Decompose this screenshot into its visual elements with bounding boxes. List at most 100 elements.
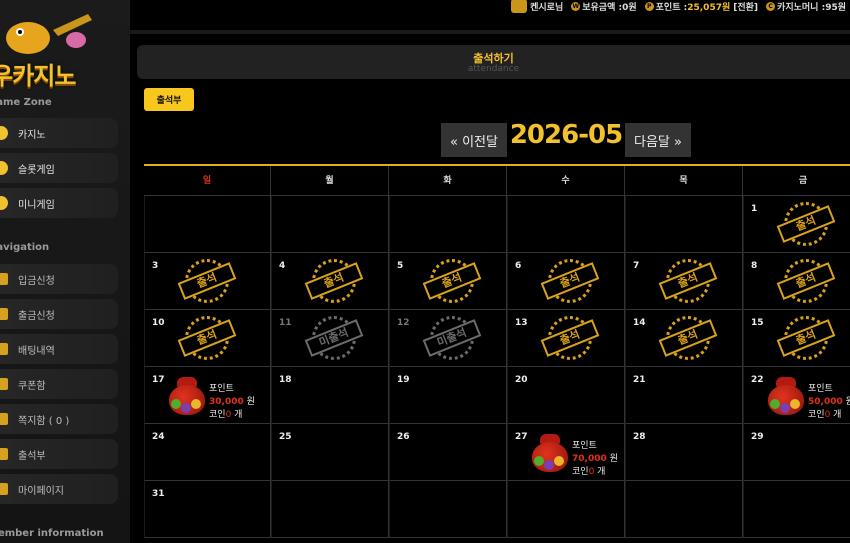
calendar-cell: 3 출석	[144, 253, 271, 310]
casino-money-label: 카지노머니 :	[777, 2, 826, 13]
sidebar-item-label: 출금신청	[18, 310, 55, 322]
reward-box: 포인트 50,000 원코인0 개	[766, 375, 850, 425]
reward-coin: 코인0 개	[808, 410, 842, 420]
calendar-cell	[389, 196, 507, 253]
calendar-cell: 19	[389, 367, 507, 424]
reward-coin: 코인0 개	[209, 410, 243, 420]
top-divider	[130, 30, 850, 34]
calendar-cell: 27 포인트 70,000 원 코인0 개	[507, 424, 625, 481]
calendar-cell: 6 출석	[507, 253, 625, 310]
logo-character-icon	[6, 14, 92, 54]
calendar-cell: 21	[625, 367, 743, 424]
calendar-cell: 22 포인트 50,000 원코인0 개	[743, 367, 850, 424]
calendar-cell: 11 미출석	[271, 310, 389, 367]
attendance-stamp-icon: 출석	[658, 257, 718, 307]
sidebar-item-deposit[interactable]: 입금신청	[0, 264, 118, 294]
day-number: 26	[397, 432, 410, 442]
calendar-cell	[625, 481, 743, 538]
day-number: 8	[751, 261, 758, 271]
day-number: 29	[751, 432, 764, 442]
day-number: 1	[751, 204, 758, 214]
attendance-stamp-icon: 출석	[177, 257, 237, 307]
calendar-cell	[271, 196, 389, 253]
day-number: 25	[279, 432, 292, 442]
calendar-cell: 26	[389, 424, 507, 481]
reward-coin: 코인0 개	[572, 467, 606, 477]
day-number: 10	[152, 318, 165, 328]
sidebar-item-casino[interactable]: 카지노	[0, 118, 118, 148]
reward-point-label: 포인트	[209, 384, 234, 394]
reward-text: 포인트 50,000 원코인0 개	[808, 383, 850, 422]
logo-text: 부우카지노	[0, 62, 76, 90]
day-number: 31	[152, 489, 165, 499]
navigation-title: Navigation	[0, 242, 50, 253]
day-number: 17	[152, 375, 165, 385]
sidebar-item-coupons[interactable]: 쿠폰함	[0, 369, 118, 399]
top-bar: 켄시로님 W 보유금액 : 0원 P 포인트 : 25,057원 [전환] C …	[130, 0, 850, 30]
day-number: 4	[279, 261, 286, 271]
weekday-header: 수	[507, 166, 625, 196]
day-number: 22	[751, 375, 764, 385]
sidebar-item-minigame[interactable]: 미니게임	[0, 188, 118, 218]
calendar-cell: 7 출석	[625, 253, 743, 310]
sidebar-item-mypage[interactable]: 마이페이지	[0, 474, 118, 504]
calendar-cell: 24	[144, 424, 271, 481]
calendar-cell: 10 출석	[144, 310, 271, 367]
attendance-book-button[interactable]: 출석부	[144, 88, 194, 111]
username[interactable]: 켄시로님	[530, 0, 563, 13]
point-convert-link[interactable]: [전환]	[733, 0, 758, 13]
sidebar-item-messages[interactable]: 쪽지함 ( 0 )	[0, 404, 118, 434]
mypage-icon	[0, 483, 8, 495]
attendance-stamp-icon: 출석	[177, 314, 237, 364]
day-number: 11	[279, 318, 292, 328]
reward-point-amount: 50,000 원	[808, 397, 850, 407]
calendar-cell	[389, 481, 507, 538]
day-number: 18	[279, 375, 292, 385]
site-logo[interactable]: 부우카지노	[0, 10, 126, 90]
next-month-button[interactable]: 다음달 »	[625, 123, 691, 157]
sidebar-item-label: 슬롯게임	[18, 164, 55, 176]
sidebar-item-attendance[interactable]: 출석부	[0, 439, 118, 469]
attendance-stamp-icon: 출석	[776, 314, 836, 364]
page-subtitle: attendance	[467, 64, 520, 74]
page-header: 출석하기 attendance	[137, 45, 850, 79]
sidebar-item-withdraw[interactable]: 출금신청	[0, 299, 118, 329]
calendar-cell: 1 출석	[743, 196, 850, 253]
sidebar-item-label: 쿠폰함	[18, 380, 46, 392]
attendance-stamp-icon: 출석	[658, 314, 718, 364]
calendar-cell: 20	[507, 367, 625, 424]
sidebar-item-label: 입금신청	[18, 275, 55, 287]
reward-point-amount: 70,000 원	[572, 454, 618, 464]
lucky-bag-icon	[167, 377, 207, 417]
prev-month-button[interactable]: « 이전달	[441, 123, 507, 157]
calendar-cell: 31	[144, 481, 271, 538]
reward-point-label: 포인트	[808, 384, 833, 394]
member-info-title: Member information	[0, 528, 104, 539]
attendance-stamp-icon: 출석	[304, 257, 364, 307]
day-number: 13	[515, 318, 528, 328]
game-zone-title: Game Zone	[0, 97, 52, 108]
calendar-cell: 29	[743, 424, 850, 481]
sidebar-item-label: 출석부	[18, 450, 46, 462]
day-number: 24	[152, 432, 165, 442]
day-number: 28	[633, 432, 646, 442]
calendar-cell	[144, 196, 271, 253]
sidebar-item-slot[interactable]: 슬롯게임	[0, 153, 118, 183]
calendar-cell: 15 출석	[743, 310, 850, 367]
calendar-cell	[507, 196, 625, 253]
reward-box: 포인트 30,000 원코인0 개	[167, 375, 271, 425]
balance-label: 보유금액 :	[582, 2, 623, 13]
reward-point-amount: 30,000 원	[209, 397, 255, 407]
sidebar: 부우카지노 Game Zone 카지노 슬롯게임 미니게임 Navigation…	[0, 0, 130, 543]
calendar-cell: 13 출석	[507, 310, 625, 367]
calendar-cell	[507, 481, 625, 538]
casino-icon	[0, 126, 8, 140]
weekday-header: 일	[144, 166, 271, 196]
lucky-bag-icon	[766, 377, 806, 417]
day-number: 3	[152, 261, 159, 271]
current-month: 2026-05	[509, 120, 623, 150]
sidebar-item-bet-history[interactable]: 배팅내역	[0, 334, 118, 364]
attendance-stamp-icon: 출석	[540, 314, 600, 364]
calendar-cell: 4 출석	[271, 253, 389, 310]
calendar-cell: 17 포인트 30,000 원코인0 개	[144, 367, 271, 424]
